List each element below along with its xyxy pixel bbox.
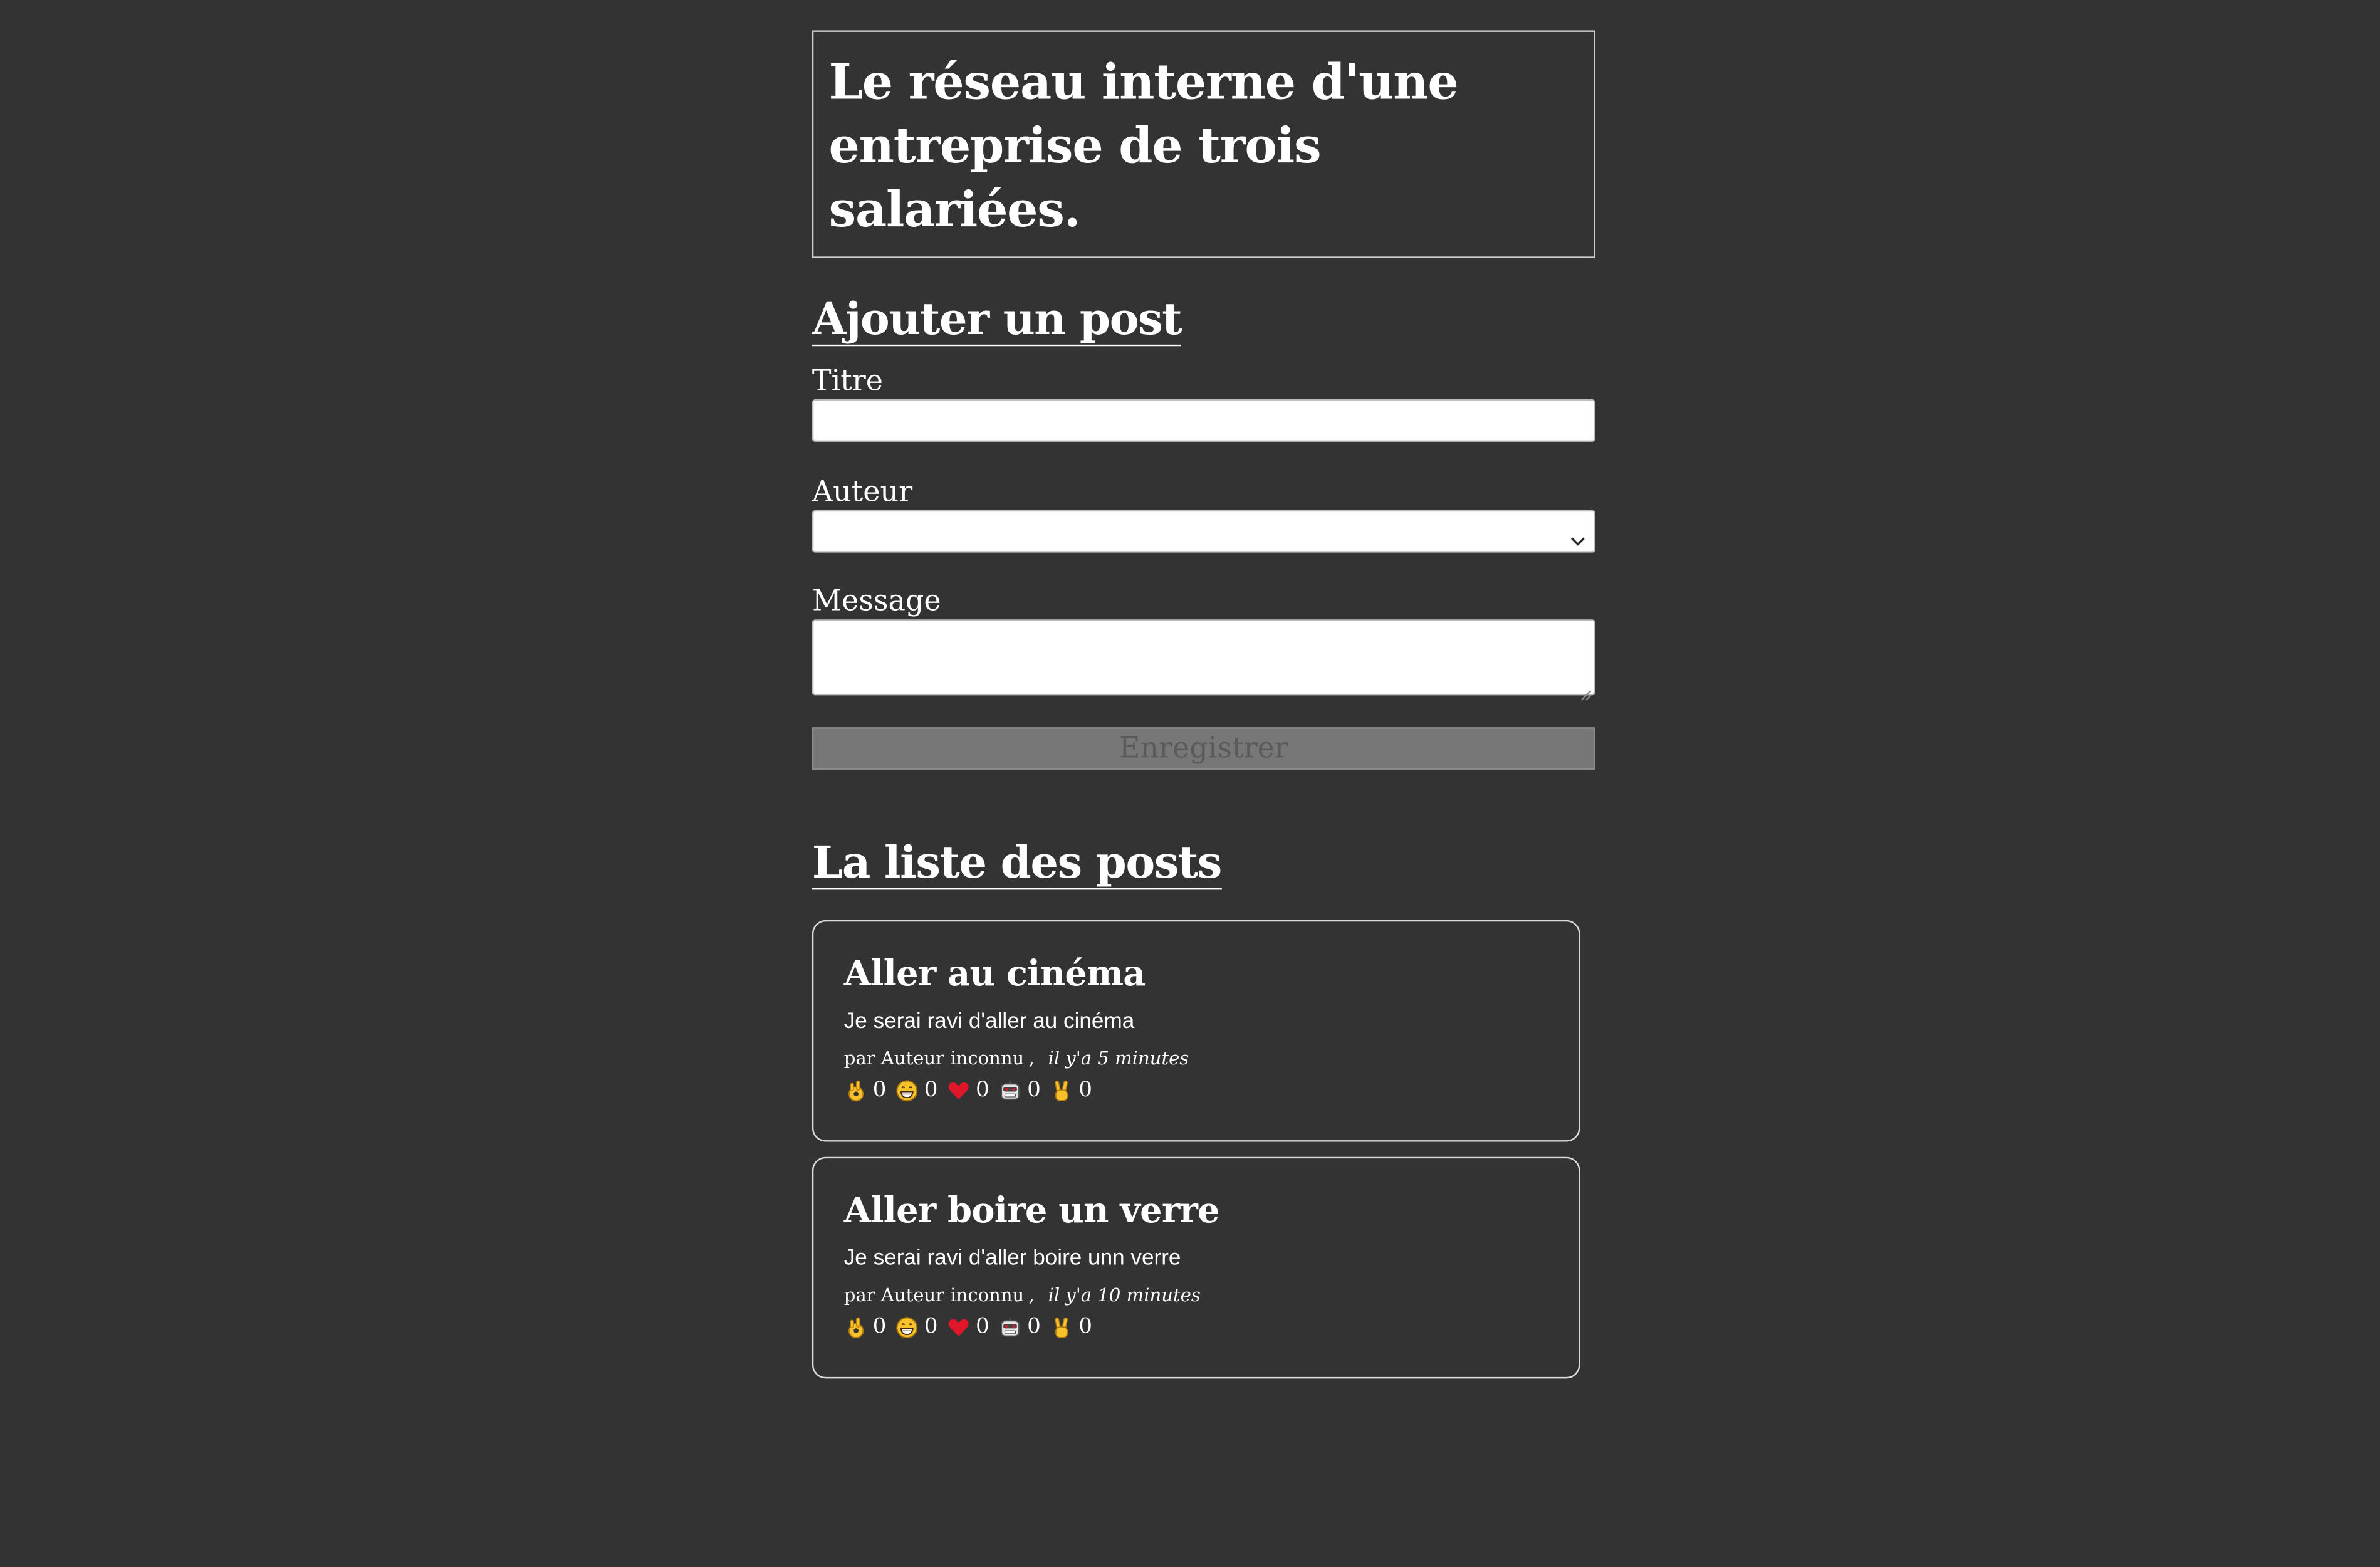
title-label: Titre [812,364,884,398]
post-title: Aller boire un verre [843,1190,1220,1232]
robot-face-icon [998,1079,1021,1101]
ok-hand-icon [844,1316,867,1338]
reaction-grin[interactable]: 0 [895,1313,938,1341]
reaction-heart[interactable]: 0 [947,1076,989,1104]
post-card: Aller boire un verre Je serai ravi d'all… [812,1156,1580,1379]
heart-icon [947,1079,969,1101]
reaction-heart[interactable]: 0 [947,1313,989,1341]
grinning-face-icon [895,1316,918,1338]
reaction-count: 0 [1078,1314,1093,1339]
reaction-count: 0 [1078,1077,1093,1103]
heart-icon [947,1316,969,1338]
save-button[interactable]: Enregistrer [812,727,1595,770]
reaction-count: 0 [1027,1077,1041,1103]
reaction-robot[interactable]: 0 [998,1313,1041,1341]
chevron-down-icon [1570,522,1587,546]
post-body: Je serai ravi d'aller boire unn verre [843,1246,1181,1271]
post-meta: par Auteur inconnu, il y'a 5 minutes [844,1046,1548,1071]
add-post-heading: Ajouter un post [812,293,1182,347]
post-by-prefix: par [843,1284,875,1306]
add-post-form: Titre Auteur Message Enregistrer [812,364,1595,770]
reaction-count: 0 [872,1314,887,1339]
reaction-bar: 0 0 0 0 0 [844,1076,1548,1104]
post-title: Aller au cinéma [843,953,1146,995]
reaction-count: 0 [924,1314,938,1339]
post-meta: par Auteur inconnu, il y'a 10 minutes [844,1283,1548,1308]
author-select[interactable] [812,510,1595,553]
robot-face-icon [998,1316,1021,1338]
reaction-grin[interactable]: 0 [895,1076,938,1104]
post-by-prefix: par [843,1047,875,1069]
reaction-victory[interactable]: 0 [1050,1076,1092,1104]
post-list-heading: La liste des posts [812,837,1222,890]
post-time: il y'a 5 minutes [1048,1047,1189,1069]
post-list: Aller au cinéma Je serai ravi d'aller au… [812,920,1595,1379]
reaction-count: 0 [924,1077,938,1103]
post-card: Aller au cinéma Je serai ravi d'aller au… [812,920,1580,1142]
reaction-count: 0 [976,1314,989,1339]
victory-hand-icon [1050,1316,1072,1338]
post-time: il y'a 10 minutes [1048,1284,1201,1306]
grinning-face-icon [895,1079,918,1101]
author-label: Auteur [812,475,913,509]
main-column: Le réseau interne d'une entreprise de tr… [812,30,1595,1379]
reaction-count: 0 [1027,1314,1041,1339]
reaction-ok[interactable]: 0 [844,1076,887,1104]
site-title: Le réseau interne d'une entreprise de tr… [812,30,1595,258]
message-label: Message [812,584,941,618]
post-author: Auteur inconnu [880,1284,1025,1306]
reaction-victory[interactable]: 0 [1050,1313,1092,1341]
page: Le réseau interne d'une entreprise de tr… [0,0,2380,1567]
reaction-ok[interactable]: 0 [844,1313,887,1341]
reaction-count: 0 [872,1077,887,1103]
reaction-robot[interactable]: 0 [998,1076,1041,1104]
post-meta-separator: , [1028,1047,1035,1069]
post-meta-separator: , [1028,1284,1035,1306]
resize-grip-icon[interactable] [1579,679,1592,701]
title-input[interactable] [812,399,1595,442]
message-textarea[interactable] [812,619,1595,701]
post-body: Je serai ravi d'aller au cinéma [843,1009,1135,1034]
post-author: Auteur inconnu [880,1047,1025,1069]
ok-hand-icon [844,1079,867,1101]
reaction-bar: 0 0 0 0 0 [844,1313,1548,1341]
victory-hand-icon [1050,1079,1072,1101]
reaction-count: 0 [976,1077,989,1103]
